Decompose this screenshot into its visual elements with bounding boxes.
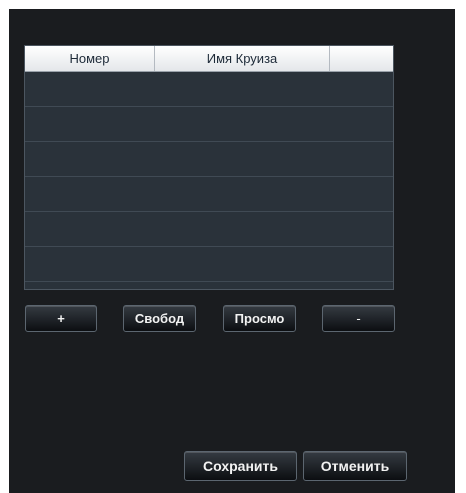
table-row[interactable] (25, 107, 393, 142)
column-header-cruise-name[interactable]: Имя Круиза (155, 46, 330, 71)
cruise-table: Номер Имя Круиза (24, 45, 394, 290)
save-button[interactable]: Сохранить (184, 451, 297, 481)
add-button[interactable]: + (25, 305, 97, 332)
cruise-panel: Номер Имя Круиза + Свобод Просмо - Сохра… (9, 9, 455, 493)
cancel-button[interactable]: Отменить (303, 451, 407, 481)
view-button[interactable]: Просмо (223, 305, 296, 332)
table-row[interactable] (25, 247, 393, 282)
table-row[interactable] (25, 142, 393, 177)
column-header-extra[interactable] (330, 46, 393, 71)
remove-button[interactable]: - (322, 305, 395, 332)
column-header-number[interactable]: Номер (25, 46, 155, 71)
table-row[interactable] (25, 72, 393, 107)
free-button[interactable]: Свобод (123, 305, 196, 332)
table-header: Номер Имя Круиза (25, 46, 393, 72)
table-row[interactable] (25, 177, 393, 212)
table-row[interactable] (25, 212, 393, 247)
